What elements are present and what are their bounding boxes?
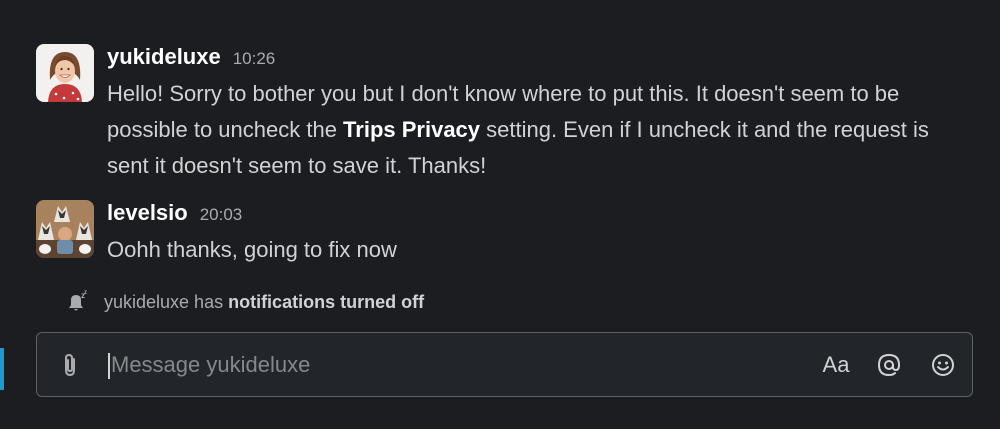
message-timestamp[interactable]: 20:03 xyxy=(200,205,243,225)
dm-conversation: yukideluxe 10:26 Hello! Sorry to bother … xyxy=(0,0,1000,429)
message-composer: Aa xyxy=(36,332,973,397)
message-author[interactable]: levelsio xyxy=(107,200,188,226)
notice-bold: notifications turned off xyxy=(228,291,425,312)
avatar-levelsio[interactable] xyxy=(36,200,94,258)
message-text: Hello! Sorry to bother you but I don't k… xyxy=(107,76,967,184)
attach-button[interactable] xyxy=(57,351,85,379)
message-author[interactable]: yukideluxe xyxy=(107,44,221,70)
avatar-image xyxy=(36,200,94,258)
avatar-yukideluxe[interactable] xyxy=(36,44,94,102)
message-input[interactable] xyxy=(111,347,791,383)
sidebar-active-indicator xyxy=(0,348,4,390)
message-text: Oohh thanks, going to fix now xyxy=(107,237,397,262)
at-icon xyxy=(877,353,901,377)
message-body: levelsio 20:03 Oohh thanks, going to fix… xyxy=(107,200,970,268)
emoji-button[interactable] xyxy=(927,347,959,383)
message-body: yukideluxe 10:26 Hello! Sorry to bother … xyxy=(107,44,970,184)
message-timestamp[interactable]: 10:26 xyxy=(233,49,276,69)
message-header: levelsio 20:03 xyxy=(107,200,970,230)
emoji-icon xyxy=(932,354,954,376)
mention-button[interactable] xyxy=(873,347,905,383)
notifications-off-notice: z z yukideluxe has notifications turned … xyxy=(64,287,424,317)
bell-snooze-icon: z z xyxy=(69,290,87,311)
text-caret xyxy=(108,353,110,379)
message-header: yukideluxe 10:26 xyxy=(107,44,970,74)
avatar-image xyxy=(36,44,94,102)
formatting-button[interactable]: Aa xyxy=(820,347,852,383)
paperclip-icon xyxy=(65,353,75,377)
notice-prefix: yukideluxe has xyxy=(104,291,229,312)
notice-text: yukideluxe has notifications turned off xyxy=(104,292,424,313)
svg-text:z: z xyxy=(84,290,87,296)
message-text-bold: Trips Privacy xyxy=(343,117,481,142)
